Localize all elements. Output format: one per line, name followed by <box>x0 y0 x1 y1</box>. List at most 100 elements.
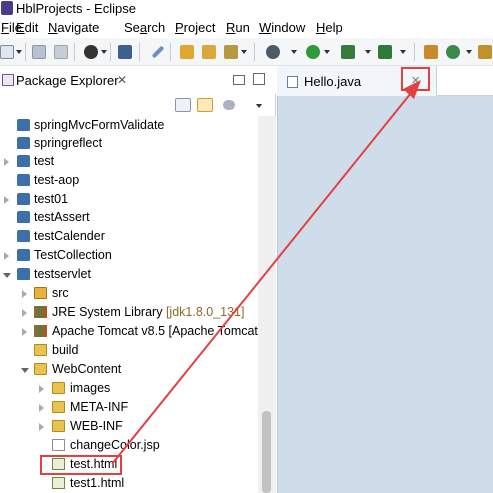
selected-file-highlight <box>40 455 122 475</box>
project-tree: springMvcFormValidate springreflect test… <box>0 116 258 493</box>
tree-item-selected[interactable]: test.html <box>0 456 258 474</box>
tree-item[interactable]: WebContent <box>0 361 258 379</box>
tree-item[interactable]: test <box>0 153 258 171</box>
open-perspective-icon[interactable] <box>478 45 492 59</box>
html-file-icon <box>52 477 65 489</box>
project-icon <box>17 174 30 186</box>
save-icon[interactable] <box>32 45 46 59</box>
open-folder-icon[interactable] <box>180 45 194 59</box>
user-dropdown-icon[interactable] <box>101 50 107 54</box>
package-explorer-toolbar <box>0 94 276 116</box>
new-dropdown-icon[interactable] <box>16 50 22 54</box>
new-class-icon[interactable] <box>446 45 460 59</box>
debug-icon[interactable] <box>266 45 280 59</box>
search-tool-icon[interactable] <box>224 45 238 59</box>
tree-item[interactable]: Apache Tomcat v8.5 [Apache Tomcat <box>0 323 258 341</box>
coverage-icon[interactable] <box>378 45 392 59</box>
expand-arrow-icon[interactable] <box>4 158 9 166</box>
folder-icon <box>52 382 65 394</box>
tree-item[interactable]: test-aop <box>0 172 258 190</box>
menu-run[interactable]: Run <box>226 20 250 35</box>
tree-item[interactable]: testCalender <box>0 228 258 246</box>
tree-item[interactable]: testAssert <box>0 209 258 227</box>
run-dropdown-icon[interactable] <box>324 50 330 54</box>
focus-icon[interactable] <box>223 100 235 110</box>
menu-bar: File Edit Navigate Search Project Run Wi… <box>0 18 493 38</box>
project-icon <box>17 230 30 242</box>
expand-arrow-icon[interactable] <box>22 290 27 298</box>
tree-item[interactable]: JRE System Library [jdk1.8.0_131] <box>0 304 258 322</box>
new-java-package-icon[interactable] <box>424 45 438 59</box>
console-icon[interactable] <box>118 45 132 59</box>
collapse-all-icon[interactable] <box>175 98 191 112</box>
debug-dropdown-icon[interactable] <box>291 50 297 54</box>
expand-arrow-icon[interactable] <box>39 404 44 412</box>
toggle-breakpoint-icon[interactable] <box>151 45 165 59</box>
tree-item[interactable]: TestCollection <box>0 247 258 265</box>
maximize-view-icon[interactable] <box>253 73 265 85</box>
menu-window[interactable]: Window <box>259 20 305 35</box>
save-all-icon[interactable] <box>54 45 68 59</box>
tree-item[interactable]: test01 <box>0 191 258 209</box>
tree-item[interactable]: images <box>0 380 258 398</box>
package-explorer-tabbar: Package Explorer ✕ <box>0 66 276 94</box>
folder-icon <box>34 344 47 356</box>
user-icon[interactable] <box>84 45 98 59</box>
editor-body[interactable] <box>277 96 493 493</box>
jsp-file-icon <box>52 439 65 451</box>
expand-arrow-icon[interactable] <box>4 196 9 204</box>
minimize-view-icon[interactable] <box>233 75 245 85</box>
package-explorer-view: Package Explorer ✕ springMvcFormValidate… <box>0 66 276 493</box>
new-class-dropdown-icon[interactable] <box>466 50 472 54</box>
folder-icon <box>34 363 47 375</box>
library-icon <box>34 325 47 337</box>
eclipse-app-icon <box>1 1 13 15</box>
tree-item[interactable]: test1.html <box>0 475 258 493</box>
tree-scrollbar-thumb[interactable] <box>262 411 271 493</box>
tree-item[interactable]: springreflect <box>0 135 258 153</box>
editor-tab-label: Hello.java <box>304 74 362 89</box>
run-external-dropdown-icon[interactable] <box>365 50 371 54</box>
tree-item[interactable]: springMvcFormValidate <box>0 117 258 135</box>
project-icon <box>17 137 30 149</box>
expand-arrow-icon[interactable] <box>22 309 27 317</box>
menu-project[interactable]: Project <box>175 20 215 35</box>
run-external-icon[interactable] <box>341 45 355 59</box>
tree-item[interactable]: changeColor.jsp <box>0 437 258 455</box>
link-with-editor-icon[interactable] <box>197 98 213 112</box>
package-explorer-close-icon[interactable]: ✕ <box>117 73 127 87</box>
expand-arrow-icon[interactable] <box>22 328 27 336</box>
search-dropdown-icon[interactable] <box>241 50 247 54</box>
coverage-dropdown-icon[interactable] <box>400 50 406 54</box>
view-menu-icon[interactable] <box>256 104 262 108</box>
tree-item[interactable]: META-INF <box>0 399 258 417</box>
tree-item[interactable]: src <box>0 285 258 303</box>
project-icon <box>17 119 30 131</box>
editor-area: Hello.java ✕ <box>277 66 493 493</box>
title-bar: HblProjects - Eclipse <box>0 0 493 18</box>
project-icon <box>17 249 30 261</box>
expand-arrow-icon[interactable] <box>39 423 44 431</box>
close-button-highlight <box>401 67 430 91</box>
open-type-icon[interactable] <box>202 45 216 59</box>
tree-item[interactable]: build <box>0 342 258 360</box>
window-title: HblProjects - Eclipse <box>16 1 136 16</box>
new-icon[interactable] <box>0 45 14 59</box>
tree-item[interactable]: WEB-INF <box>0 418 258 436</box>
menu-search[interactable]: Search <box>124 20 165 35</box>
main-toolbar <box>0 38 493 66</box>
tree-item[interactable]: testservlet <box>0 266 258 284</box>
run-icon[interactable] <box>306 45 320 59</box>
project-icon <box>17 268 30 280</box>
expand-arrow-icon[interactable] <box>39 385 44 393</box>
menu-navigate[interactable]: Navigate <box>48 20 99 35</box>
package-explorer-tab-label: Package Explorer <box>16 73 119 88</box>
collapse-arrow-icon[interactable] <box>3 273 11 278</box>
editor-tabbar: Hello.java ✕ <box>277 66 493 96</box>
source-folder-icon <box>34 287 47 299</box>
menu-help[interactable]: Help <box>316 20 343 35</box>
collapse-arrow-icon[interactable] <box>21 368 29 373</box>
menu-edit[interactable]: Edit <box>16 20 38 35</box>
folder-icon <box>52 401 65 413</box>
expand-arrow-icon[interactable] <box>4 252 9 260</box>
